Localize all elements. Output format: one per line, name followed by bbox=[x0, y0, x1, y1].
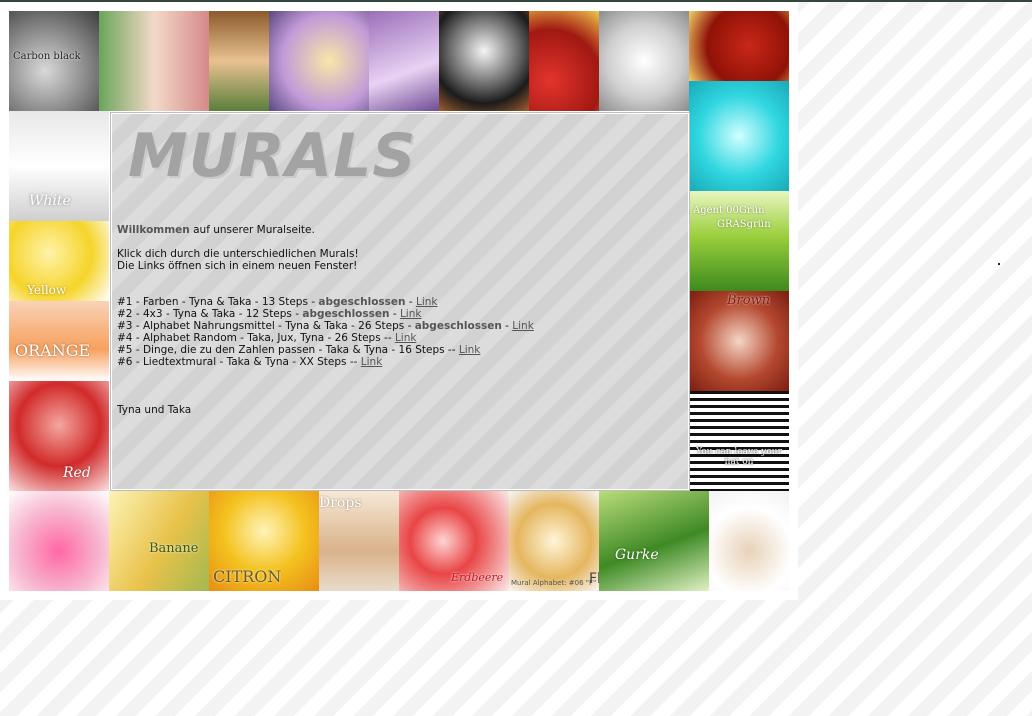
welcome-bold: Willkommen bbox=[117, 224, 190, 236]
mural-tile-strawberry: Erdbeere bbox=[399, 491, 509, 591]
mural-status: abgeschlossen bbox=[318, 296, 406, 308]
mural-tile-anime-green bbox=[99, 11, 209, 111]
tile-label-carbon: Carbon black bbox=[13, 51, 81, 62]
mural-item-6: #6 - Liedtextmural - Taka & Tyna - XX St… bbox=[117, 356, 677, 368]
tile-label-agent: Agent 00Grün bbox=[693, 205, 765, 216]
mural-tile-purple-moon bbox=[269, 11, 369, 111]
mural-tile-orange: ORANGE bbox=[9, 301, 109, 381]
mural-tile-citron: CITRON bbox=[209, 491, 319, 591]
mural-tile-black-white-hat: You can leave your hat on bbox=[689, 391, 789, 492]
mural-link-3[interactable]: Link bbox=[512, 320, 534, 332]
mural-tile-cucumber: Gurke bbox=[599, 491, 709, 591]
tile-label-citron: CITRON bbox=[213, 567, 282, 586]
mural-tile-yellow: Yellow bbox=[9, 221, 109, 301]
tile-label-flan: Flan bbox=[589, 571, 599, 587]
mural-sep: - bbox=[389, 308, 400, 320]
welcome-rest: auf unserer Muralseite. bbox=[189, 224, 315, 236]
mural-item-4: #4 - Alphabet Random - Taka, Jux, Tyna -… bbox=[117, 332, 677, 344]
mural-tile-button bbox=[439, 11, 529, 111]
mural-tile-red-lips: Red bbox=[9, 381, 109, 491]
mural-item-text: #3 - Alphabet Nahrungsmittel - Tyna & Ta… bbox=[117, 320, 415, 332]
mural-item-2: #2 - 4x3 - Tyna & Taka - 12 Steps - abge… bbox=[117, 308, 677, 320]
signature: Tyna und Taka bbox=[117, 404, 192, 416]
mural-link-6[interactable]: Link bbox=[361, 356, 383, 368]
tile-label-drops: Drops bbox=[319, 495, 362, 511]
mural-tile-green-grass: Agent 00Grün GRASgrün bbox=[689, 191, 789, 291]
content-text: Willkommen auf unserer Muralseite. Klick… bbox=[117, 224, 677, 416]
welcome-line: Willkommen auf unserer Muralseite. bbox=[117, 224, 677, 236]
tile-label-yellow: Yellow bbox=[27, 283, 67, 297]
page-title: MURALS bbox=[128, 121, 417, 191]
mural-tile-cyan-flowers bbox=[689, 81, 789, 191]
tile-label-brown: Brown bbox=[727, 293, 771, 308]
mural-tile-banana: Banane bbox=[109, 491, 209, 591]
mural-link-5[interactable]: Link bbox=[459, 344, 481, 356]
mural-item-text: #2 - 4x3 - Tyna & Taka - 12 Steps - bbox=[117, 308, 303, 320]
mural-link-2[interactable]: Link bbox=[400, 308, 422, 320]
mural-tile-brown-spider: Brown bbox=[689, 291, 789, 391]
mural-item-text: #4 - Alphabet Random - Taka, Jux, Tyna -… bbox=[117, 332, 395, 344]
tile-label-gurke: Gurke bbox=[615, 547, 659, 563]
mural-status: abgeschlossen bbox=[414, 320, 502, 332]
intro-line-2: Klick dich durch die unterschiedlichen M… bbox=[117, 248, 359, 260]
tile-label-white: White bbox=[29, 193, 71, 209]
mural-tile-red-apple bbox=[689, 11, 789, 81]
tile-label-grasgruen: GRASgrün bbox=[717, 219, 771, 230]
mural-sep: - bbox=[405, 296, 416, 308]
mural-tile-anime-girl bbox=[209, 11, 269, 111]
mural-status: abgeschlossen bbox=[302, 308, 390, 320]
mural-tile-pink-chair bbox=[9, 491, 109, 591]
mural-tile-drops: Drops bbox=[319, 491, 399, 591]
mural-tile-white: White bbox=[9, 111, 109, 221]
mural-item-1: #1 - Farben - Tyna & Taka - 13 Steps - a… bbox=[117, 296, 677, 308]
stray-dot bbox=[998, 263, 1000, 265]
mural-link-1[interactable]: Link bbox=[416, 296, 438, 308]
mural-tile-apple bbox=[529, 11, 599, 111]
tile-label-orange: ORANGE bbox=[15, 341, 91, 360]
mural-item-text: #6 - Liedtextmural - Taka & Tyna - XX St… bbox=[117, 356, 361, 368]
tile-label-erdbeere: Erdbeere bbox=[451, 571, 504, 584]
tile-caption-flan: Mural Alphabet: #06 "F" bbox=[511, 579, 597, 587]
tile-label-banana: Banane bbox=[149, 541, 199, 556]
mural-sep: - bbox=[501, 320, 513, 332]
tile-label-red: Red bbox=[63, 465, 91, 481]
mural-tile-violet bbox=[369, 11, 439, 111]
mural-link-4[interactable]: Link bbox=[395, 332, 417, 344]
mural-tile-tea-cup bbox=[709, 491, 789, 591]
mural-item-3: #3 - Alphabet Nahrungsmittel - Tyna & Ta… bbox=[117, 320, 677, 332]
mural-tile-pelvis bbox=[599, 11, 689, 111]
mural-tile-carbon-black: Carbon black bbox=[9, 11, 99, 111]
mural-tile-flan: Mural Alphabet: #06 "F" Flan bbox=[509, 491, 599, 591]
mural-item-text: #1 - Farben - Tyna & Taka - 13 Steps - bbox=[117, 296, 319, 308]
tile-label-bw: You can leave your hat on bbox=[696, 447, 782, 467]
mural-item-5: #5 - Dinge, die zu den Zahlen passen - T… bbox=[117, 344, 677, 356]
mural-item-text: #5 - Dinge, die zu den Zahlen passen - T… bbox=[117, 344, 459, 356]
intro-line-3: Die Links öffnen sich in einem neuen Fen… bbox=[117, 260, 358, 272]
